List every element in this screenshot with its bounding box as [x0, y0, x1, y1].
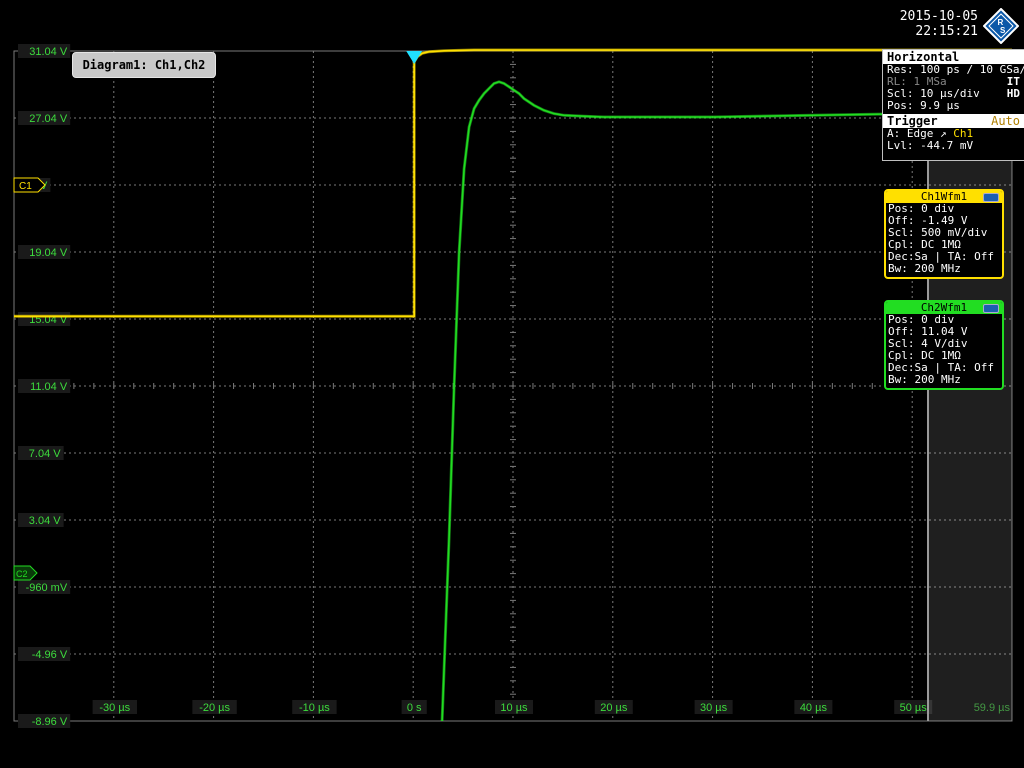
svg-text:S: S	[1000, 26, 1006, 35]
trigger-mode: Auto	[991, 114, 1020, 128]
y-tick-labels: 31.04 V27.04 V04 V19.04 V15.04 V11.04 V7…	[18, 44, 71, 728]
y-tick-label: 11.04 V	[30, 381, 68, 393]
x-tick-label: 40 µs	[800, 702, 828, 714]
y-tick-label: 7.04 V	[29, 448, 61, 460]
horizontal-panel[interactable]: Horizontal Res: 100 ps / 10 GSa/s RL: 1 …	[882, 49, 1024, 161]
ch2-info-header: Ch2Wfm1	[886, 302, 1002, 314]
ch2-info-panel[interactable]: Ch2Wfm1 Pos: 0 div Off: 11.04 V Scl: 4 V…	[884, 300, 1004, 390]
y-tick-label: 3.04 V	[29, 515, 61, 527]
trace-glow-ch2	[440, 80, 1013, 722]
horizontal-title: Horizontal	[883, 50, 1024, 64]
y-tick-label: -8.96 V	[32, 716, 68, 728]
trigger-title: Trigger	[887, 114, 938, 128]
x-tick-label: 50 µs	[900, 702, 928, 714]
x-tick-label: -30 µs	[99, 702, 130, 714]
x-tick-label: -10 µs	[299, 702, 330, 714]
ch2-info-title: Ch2Wfm1	[920, 301, 968, 314]
x-tick-label: 0 s	[407, 702, 422, 714]
x-tick-labels: -30 µs -20 µs -10 µs 0 s 10 µs 20 µs 30 µs 40 µ…	[92, 700, 1010, 714]
ch1-info-title: Ch1Wfm1	[920, 190, 968, 203]
horizontal-scl-flag: HD	[1006, 87, 1020, 100]
ch1-info-header: Ch1Wfm1	[886, 191, 1002, 203]
trigger-title-row: Trigger Auto	[883, 114, 1024, 128]
x-tick-label: 10 µs	[500, 702, 528, 714]
horizontal-pos: Pos: 9.9 µs	[887, 99, 960, 112]
y-tick-label: 19.04 V	[29, 247, 68, 259]
ch1-marker-label: C1	[19, 181, 32, 192]
time-text: 22:15:21	[915, 24, 978, 39]
y-tick-label: 31.04 V	[29, 46, 68, 58]
trace-ch2	[441, 80, 1013, 722]
x-tick-label: -20 µs	[199, 702, 230, 714]
datetime-readout: 2015-10-05 22:15:21	[900, 9, 978, 39]
graticule	[13, 50, 1013, 722]
date-text: 2015-10-05	[899, 9, 978, 24]
y-tick-label: -4.96 V	[32, 649, 68, 661]
x-tick-label: 30 µs	[700, 702, 728, 714]
ch2-bw: Bw: 200 MHz	[888, 373, 961, 386]
diagram-tab[interactable]: Diagram1: Ch1,Ch2	[72, 52, 216, 78]
minimize-icon[interactable]	[983, 193, 999, 202]
y-tick-label: 27.04 V	[29, 113, 68, 125]
ch1-info-panel[interactable]: Ch1Wfm1 Pos: 0 div Off: -1.49 V Scl: 500…	[884, 189, 1004, 279]
x-tick-label: 20 µs	[600, 702, 628, 714]
ch2-marker-label: C2	[16, 569, 28, 579]
minimize-icon[interactable]	[983, 304, 999, 313]
scope-display: 31.04 V27.04 V04 V19.04 V15.04 V11.04 V7…	[13, 44, 1013, 728]
rs-logo-icon[interactable]: R S	[983, 8, 1019, 44]
ch1-bw: Bw: 200 MHz	[888, 262, 961, 275]
trigger-position-marker	[406, 51, 423, 64]
trigger-level: Lvl: -44.7 mV	[887, 139, 974, 152]
y-tick-label: -960 mV	[26, 582, 68, 594]
